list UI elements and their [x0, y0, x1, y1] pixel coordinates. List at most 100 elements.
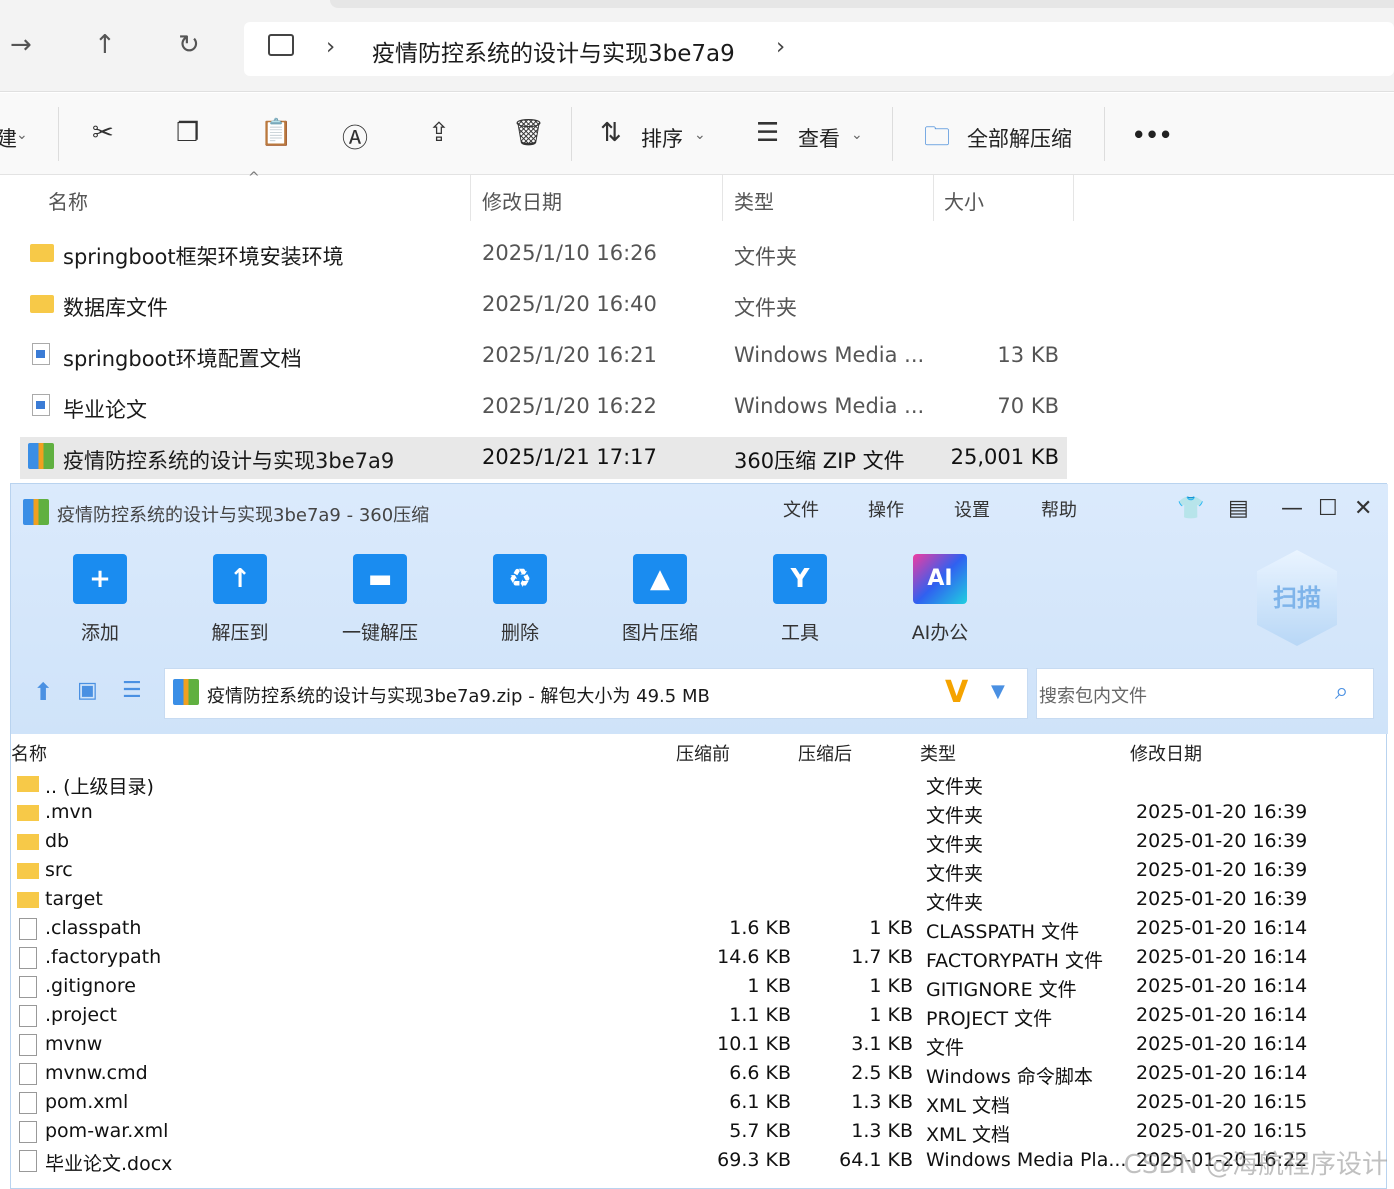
archive-row[interactable]: mvnw 10.1 KB 3.1 KB 文件 2025-01-20 16:14: [11, 1031, 1388, 1060]
window-header: 疫情防控系统的设计与实现3be7a9 - 360压缩 文件 操作 设置 帮助 👕…: [11, 484, 1388, 734]
entry-date: 2025-01-20 16:14: [1136, 1004, 1308, 1026]
scan-button[interactable]: 扫描: [1257, 550, 1337, 646]
menu-help[interactable]: 帮助: [1041, 496, 1077, 522]
divider: [470, 175, 471, 221]
delete-icon[interactable]: 🗑: [512, 118, 545, 148]
refresh-icon[interactable]: ↻: [178, 30, 200, 60]
feedback-icon[interactable]: ▤: [1228, 496, 1249, 521]
column-type[interactable]: 类型: [734, 186, 774, 215]
breadcrumb-current[interactable]: 疫情防控系统的设计与实现3be7a9: [372, 34, 735, 68]
entry-before: 1.6 KB: [729, 917, 791, 939]
column-after[interactable]: 压缩后: [798, 740, 852, 766]
archive-row[interactable]: .. (上级目录) 文件夹: [11, 770, 1388, 799]
entry-name: pom-war.xml: [45, 1120, 169, 1142]
file-row[interactable]: springboot框架环境安装环境 2025/1/10 16:26 文件夹: [20, 233, 1067, 275]
archive-path-bar[interactable]: 疫情防控系统的设计与实现3be7a9.zip - 解包大小为 49.5 MB V…: [164, 668, 1028, 719]
entry-before: 1 KB: [747, 975, 791, 997]
up-icon[interactable]: ↑: [94, 30, 116, 60]
chevron-down-icon[interactable]: ⌄: [694, 127, 706, 143]
view-button[interactable]: 查看: [798, 123, 840, 153]
file-row[interactable]: springboot环境配置文档 2025/1/20 16:21 Windows…: [20, 335, 1067, 377]
column-date[interactable]: 修改日期: [482, 186, 562, 215]
more-button[interactable]: •••: [1132, 123, 1172, 147]
archive-row[interactable]: .project 1.1 KB 1 KB PROJECT 文件 2025-01-…: [11, 1002, 1388, 1031]
share-icon[interactable]: ⇪: [428, 118, 450, 148]
entry-date: 2025-01-20 16:14: [1136, 1062, 1308, 1084]
file-type: Windows Media ...: [734, 343, 925, 367]
cut-icon[interactable]: ✂: [92, 118, 114, 148]
dropdown-icon[interactable]: ▼: [991, 681, 1005, 702]
entry-type: PROJECT 文件: [926, 1008, 1053, 1030]
tool-button[interactable]: ▲ 图片压缩: [600, 484, 720, 654]
column-type[interactable]: 类型: [920, 740, 956, 766]
file-name: springboot环境配置文档: [63, 347, 302, 371]
file-row[interactable]: 数据库文件 2025/1/20 16:40 文件夹: [20, 284, 1067, 326]
scan-label: 扫描: [1273, 584, 1321, 612]
column-before[interactable]: 压缩前: [676, 740, 730, 766]
entry-date: 2025-01-20 16:15: [1136, 1120, 1308, 1142]
copy-icon[interactable]: ❐: [176, 118, 199, 148]
v-logo-icon[interactable]: V: [945, 675, 968, 710]
tool-button[interactable]: Y 工具: [740, 484, 860, 654]
thumbnail-view-icon[interactable]: ▣: [77, 678, 98, 703]
archive-row[interactable]: src 文件夹 2025-01-20 16:39: [11, 857, 1388, 886]
tool-button[interactable]: ♻ 删除: [460, 484, 580, 654]
file-icon: [19, 1063, 37, 1085]
search-icon[interactable]: ⌕: [1335, 677, 1348, 705]
maximize-icon[interactable]: ☐: [1318, 496, 1338, 521]
minimize-icon[interactable]: —: [1281, 496, 1303, 521]
entry-type: CLASSPATH 文件: [926, 921, 1080, 943]
archive-row[interactable]: db 文件夹 2025-01-20 16:39: [11, 828, 1388, 857]
chevron-down-icon[interactable]: ⌄: [851, 127, 863, 143]
extract-all-button[interactable]: 全部解压缩: [967, 123, 1072, 153]
archive-row[interactable]: .factorypath 14.6 KB 1.7 KB FACTORYPATH …: [11, 944, 1388, 973]
column-size[interactable]: 大小: [944, 186, 984, 215]
archive-row[interactable]: .classpath 1.6 KB 1 KB CLASSPATH 文件 2025…: [11, 915, 1388, 944]
archive-row[interactable]: .gitignore 1 KB 1 KB GITIGNORE 文件 2025-0…: [11, 973, 1388, 1002]
archive-row[interactable]: pom.xml 6.1 KB 1.3 KB XML 文档 2025-01-20 …: [11, 1089, 1388, 1118]
up-level-icon[interactable]: ⬆: [33, 678, 53, 706]
chevron-right-icon[interactable]: ›: [326, 34, 335, 60]
new-button[interactable]: 建: [0, 123, 17, 153]
tool-button[interactable]: AI AI办公: [880, 484, 1000, 654]
chevron-right-icon[interactable]: ›: [776, 34, 785, 60]
column-date[interactable]: 修改日期: [1130, 740, 1202, 766]
zip-icon: [28, 443, 54, 469]
forward-icon[interactable]: →: [10, 30, 32, 60]
entry-after: 1.3 KB: [851, 1120, 913, 1142]
extract-all-icon[interactable]: 🗀: [924, 118, 950, 162]
view-icon[interactable]: ☰: [756, 118, 779, 148]
list-view-icon[interactable]: ☰: [122, 678, 142, 703]
archive-row[interactable]: pom-war.xml 5.7 KB 1.3 KB XML 文档 2025-01…: [11, 1118, 1388, 1147]
sort-icon[interactable]: ⇅: [600, 118, 622, 148]
entry-name: .. (上级目录): [45, 776, 154, 798]
entry-before: 69.3 KB: [717, 1149, 791, 1171]
entry-date: 2025-01-20 16:39: [1136, 888, 1308, 910]
file-row[interactable]: 毕业论文 2025/1/20 16:22 Windows Media ... 7…: [20, 386, 1067, 428]
column-name[interactable]: 名称: [11, 740, 47, 766]
chevron-down-icon[interactable]: ⌄: [16, 127, 28, 143]
address-bar[interactable]: › 疫情防控系统的设计与实现3be7a9 ›: [244, 22, 1394, 76]
tool-button[interactable]: + 添加: [40, 484, 160, 654]
skin-icon[interactable]: 👕: [1177, 496, 1204, 521]
archive-row[interactable]: .mvn 文件夹 2025-01-20 16:39: [11, 799, 1388, 828]
column-name[interactable]: 名称: [48, 186, 88, 215]
archive-row[interactable]: mvnw.cmd 6.6 KB 2.5 KB Windows 命令脚本 2025…: [11, 1060, 1388, 1089]
entry-after: 64.1 KB: [839, 1149, 913, 1171]
archive-row[interactable]: target 文件夹 2025-01-20 16:39: [11, 886, 1388, 915]
entry-name: .project: [45, 1004, 117, 1026]
sort-button[interactable]: 排序: [641, 123, 683, 153]
search-archive-input[interactable]: 搜索包内文件 ⌕: [1036, 668, 1374, 719]
file-size: 25,001 KB: [950, 445, 1059, 469]
tool-button[interactable]: ▬ 一键解压: [320, 484, 440, 654]
tool-label: 添加: [80, 622, 119, 644]
close-icon[interactable]: ✕: [1354, 496, 1372, 521]
rename-icon[interactable]: Ⓐ: [342, 118, 368, 155]
tool-button[interactable]: ↑ 解压到: [180, 484, 300, 654]
zip-icon: [173, 679, 199, 705]
paste-icon[interactable]: 📋: [260, 118, 292, 148]
file-row[interactable]: 疫情防控系统的设计与实现3be7a9 2025/1/21 17:17 360压缩…: [20, 437, 1067, 479]
entry-before: 5.7 KB: [729, 1120, 791, 1142]
entry-type: Windows 命令脚本: [926, 1066, 1093, 1088]
file-type: 360压缩 ZIP 文件: [734, 449, 905, 473]
